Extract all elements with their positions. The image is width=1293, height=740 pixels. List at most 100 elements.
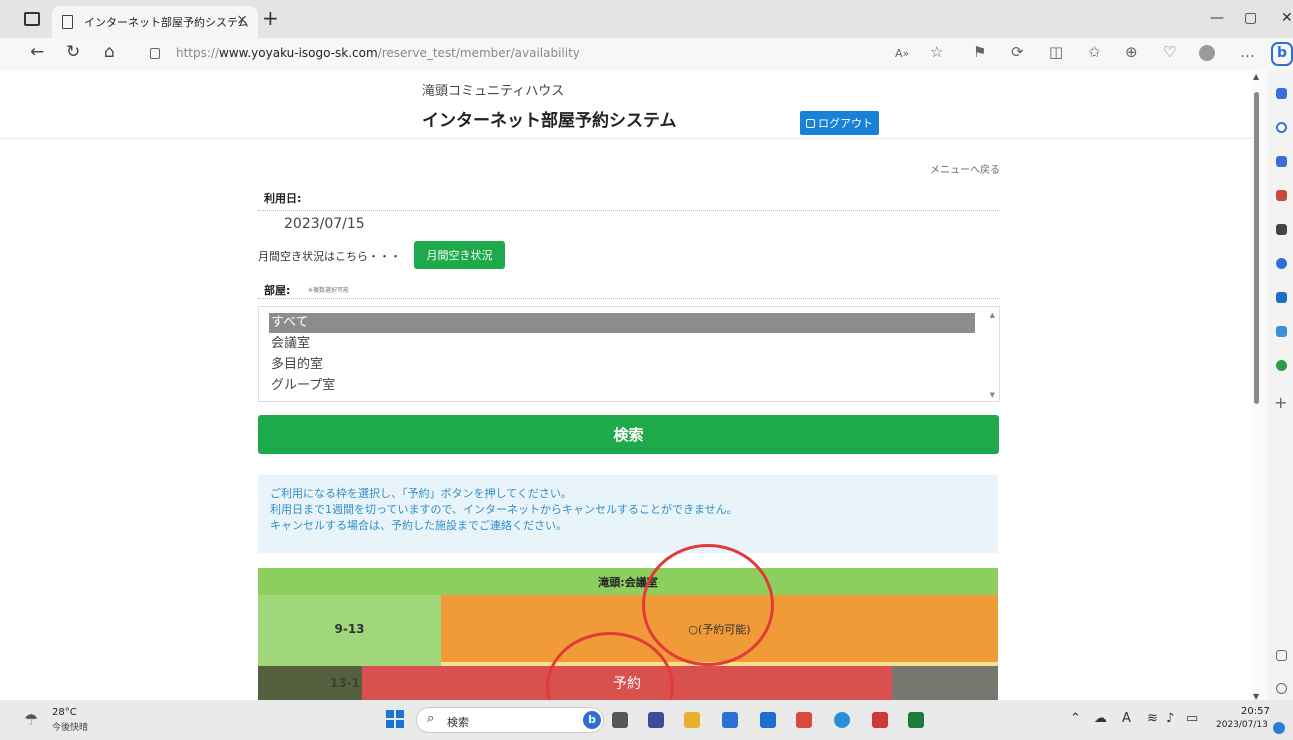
divider (258, 210, 1000, 211)
page-title: インターネット部屋予約システム (422, 111, 677, 131)
url-scheme: https:// (176, 46, 220, 60)
profile-avatar[interactable] (1199, 45, 1215, 61)
list-scroll-down-icon[interactable]: ▼ (990, 391, 995, 399)
edge-icon[interactable] (834, 712, 850, 728)
info-line: ご利用になる枠を選択し、「予約」ボタンを押してください。 (270, 487, 572, 500)
sidebar-layout-icon[interactable] (1276, 650, 1287, 661)
health-icon[interactable]: ♡ (1163, 43, 1176, 61)
shopping-icon[interactable] (1276, 156, 1287, 167)
wifi-icon[interactable]: ≋ (1147, 711, 1158, 726)
ime-icon[interactable]: A (1122, 711, 1131, 726)
edge-sidebar: + (1268, 70, 1293, 700)
page-icon (62, 15, 73, 29)
volume-icon[interactable]: ♪ (1166, 711, 1174, 726)
teams-icon[interactable] (648, 712, 664, 728)
excel-icon[interactable] (908, 712, 924, 728)
maximize-icon[interactable]: ▢ (1244, 10, 1257, 26)
lock-icon[interactable] (150, 48, 160, 59)
monthly-availability-button[interactable]: 月間空き状況 (414, 241, 505, 269)
browser-tab[interactable]: インターネット部屋予約システム × (52, 6, 258, 38)
refresh-icon[interactable]: ↻ (66, 42, 80, 62)
back-to-menu-link[interactable]: メニューへ戻る (930, 161, 1000, 176)
favorite-icon[interactable]: ☆ (930, 43, 943, 61)
tab-bar: インターネット部屋予約システム × + — ▢ ✕ (0, 0, 1293, 38)
notification-icon[interactable] (1276, 88, 1287, 99)
scroll-up-icon[interactable]: ▲ (1253, 72, 1259, 81)
send-icon[interactable] (1276, 326, 1287, 337)
file-explorer-icon[interactable] (684, 712, 700, 728)
minimize-icon[interactable]: — (1210, 10, 1224, 26)
games-icon[interactable] (1276, 224, 1287, 235)
window-close-icon[interactable]: ✕ (1281, 10, 1293, 26)
favorites-icon[interactable]: ✩ (1088, 43, 1101, 61)
new-tab-icon[interactable]: + (262, 6, 279, 30)
date-label: 利用日: (264, 192, 302, 205)
onedrive-icon[interactable]: ☁ (1094, 711, 1107, 726)
search-icon[interactable] (1276, 122, 1287, 133)
notification-badge-icon[interactable] (1273, 722, 1285, 734)
acrobat-icon[interactable] (872, 712, 888, 728)
search-button[interactable]: 検索 (258, 415, 999, 454)
room-option-group[interactable]: グループ室 (269, 376, 975, 396)
room-option-all[interactable]: すべて (269, 313, 975, 333)
address-bar: ← ↻ ⌂ https://www.yoyaku-isogo-sk.com/re… (0, 38, 1293, 70)
monthly-prompt: 月間空き状況はこちら・・・ (258, 250, 401, 263)
room-select-list[interactable]: すべて 会議室 多目的室 グループ室 ▲ ▼ (258, 306, 1000, 402)
logout-button[interactable]: ログアウト (800, 111, 879, 135)
bing-icon[interactable]: b (1271, 42, 1293, 66)
gmail-icon[interactable] (796, 712, 812, 728)
logout-label: ログアウト (818, 117, 873, 130)
next-slot-time: 13-1 (258, 666, 362, 700)
url-field[interactable]: https://www.yoyaku-isogo-sk.com/reserve_… (176, 46, 580, 60)
info-line: 利用日まで1週間を切っていますので、インターネットからキャンセルすることができま… (270, 503, 738, 516)
battery-icon[interactable]: ▭ (1186, 711, 1198, 726)
office-icon[interactable] (1276, 258, 1287, 269)
room-label: 部屋: (264, 284, 291, 297)
info-line: キャンセルする場合は、予約した施設までご連絡ください。 (270, 519, 567, 532)
add-icon[interactable]: + (1274, 393, 1287, 412)
annotation-circle (642, 544, 774, 666)
read-aloud-icon[interactable]: A» (895, 47, 909, 60)
divider (258, 298, 1000, 299)
url-path: /reserve_test/member/availability (377, 46, 580, 60)
more-icon[interactable]: … (1240, 43, 1255, 61)
store-icon[interactable] (722, 712, 738, 728)
room-option-multipurpose[interactable]: 多目的室 (269, 355, 975, 375)
settings-icon[interactable] (1276, 683, 1287, 694)
task-view-icon[interactable] (612, 712, 628, 728)
tray-chevron-icon[interactable]: ⌃ (1070, 711, 1081, 726)
tree-icon[interactable] (1276, 360, 1287, 371)
search-icon: ⌕ (427, 711, 435, 726)
tab-title: インターネット部屋予約システム (84, 16, 249, 29)
outlook-icon[interactable] (1276, 292, 1287, 303)
date-value: 2023/07/15 (284, 216, 365, 232)
collections-icon[interactable]: ⊕ (1125, 43, 1138, 61)
weather-desc[interactable]: 今後快晴 (52, 720, 88, 733)
tools-icon[interactable] (1276, 190, 1287, 201)
weather-icon[interactable]: ☂ (24, 710, 38, 729)
room-option-meeting[interactable]: 会議室 (269, 334, 975, 354)
weather-temp[interactable]: 28°C (52, 707, 77, 718)
bing-icon[interactable]: b (583, 711, 601, 729)
home-icon[interactable]: ⌂ (104, 42, 115, 62)
clock-time[interactable]: 20:57 (1241, 706, 1270, 717)
room-header: 滝頭:会議室 (258, 568, 998, 595)
tab-close-icon[interactable]: × (236, 12, 248, 28)
search-placeholder: 検索 (447, 716, 469, 729)
mail-icon[interactable] (760, 712, 776, 728)
taskbar-search[interactable]: ⌕ 検索 b (416, 707, 604, 733)
tab-actions-icon[interactable] (24, 12, 40, 26)
room-note: ※複数選択可能 (308, 287, 350, 294)
extensions-icon[interactable]: ⟳ (1011, 43, 1024, 61)
split-screen-icon[interactable]: ◫ (1049, 43, 1063, 61)
list-scroll-up-icon[interactable]: ▲ (990, 311, 995, 319)
start-icon[interactable] (386, 710, 404, 728)
scrollbar-thumb[interactable] (1254, 92, 1259, 404)
page-content: 滝頭コミュニティハウス インターネット部屋予約システム ログアウト メニューへ戻… (0, 70, 1252, 700)
back-icon[interactable]: ← (30, 42, 44, 62)
header-divider (0, 138, 1252, 139)
flag-icon[interactable]: ⚑ (973, 43, 986, 61)
clock-date[interactable]: 2023/07/13 (1216, 720, 1268, 730)
slot-time: 9-13 (258, 595, 441, 662)
logout-icon (806, 118, 815, 128)
